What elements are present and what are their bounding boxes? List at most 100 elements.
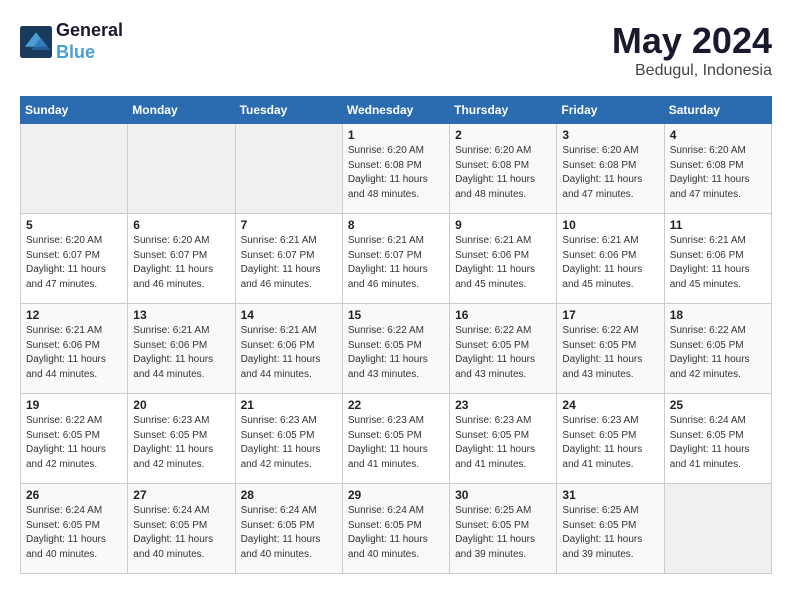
day-info: Sunrise: 6:24 AMSunset: 6:05 PMDaylight:…	[26, 504, 122, 562]
day-info: Sunrise: 6:22 AMSunset: 6:05 PMDaylight:…	[26, 414, 122, 472]
day-number: 7	[241, 218, 337, 232]
day-number: 30	[455, 488, 551, 502]
day-info: Sunrise: 6:21 AMSunset: 6:06 PMDaylight:…	[562, 234, 658, 292]
col-header-thursday: Thursday	[450, 97, 557, 124]
calendar-cell: 17 Sunrise: 6:22 AMSunset: 6:05 PMDayligh…	[557, 304, 664, 394]
day-info: Sunrise: 6:23 AMSunset: 6:05 PMDaylight:…	[133, 414, 229, 472]
calendar-cell: 19 Sunrise: 6:22 AMSunset: 6:05 PMDayligh…	[21, 394, 128, 484]
day-number: 5	[26, 218, 122, 232]
col-header-tuesday: Tuesday	[235, 97, 342, 124]
day-info: Sunrise: 6:24 AMSunset: 6:05 PMDaylight:…	[241, 504, 337, 562]
day-info: Sunrise: 6:23 AMSunset: 6:05 PMDaylight:…	[455, 414, 551, 472]
day-info: Sunrise: 6:21 AMSunset: 6:06 PMDaylight:…	[670, 234, 766, 292]
calendar-cell: 4 Sunrise: 6:20 AMSunset: 6:08 PMDaylight…	[664, 124, 771, 214]
col-header-monday: Monday	[128, 97, 235, 124]
day-info: Sunrise: 6:24 AMSunset: 6:05 PMDaylight:…	[670, 414, 766, 472]
day-number: 3	[562, 128, 658, 142]
day-info: Sunrise: 6:20 AMSunset: 6:08 PMDaylight:…	[455, 144, 551, 202]
day-info: Sunrise: 6:22 AMSunset: 6:05 PMDaylight:…	[348, 324, 444, 382]
day-info: Sunrise: 6:21 AMSunset: 6:06 PMDaylight:…	[133, 324, 229, 382]
day-number: 4	[670, 128, 766, 142]
day-info: Sunrise: 6:20 AMSunset: 6:07 PMDaylight:…	[26, 234, 122, 292]
day-info: Sunrise: 6:20 AMSunset: 6:07 PMDaylight:…	[133, 234, 229, 292]
day-number: 31	[562, 488, 658, 502]
day-number: 23	[455, 398, 551, 412]
page-header: General Blue May 2024 Bedugul, Indonesia	[20, 20, 772, 80]
calendar-cell: 1Sunrise: 6:20 AMSunset: 6:08 PMDaylight…	[342, 124, 449, 214]
day-info: Sunrise: 6:21 AMSunset: 6:07 PMDaylight:…	[348, 234, 444, 292]
calendar-cell: 21Sunrise: 6:23 AMSunset: 6:05 PMDayligh…	[235, 394, 342, 484]
day-info: Sunrise: 6:22 AMSunset: 6:05 PMDaylight:…	[670, 324, 766, 382]
calendar-cell: 7 Sunrise: 6:21 AMSunset: 6:07 PMDaylight…	[235, 214, 342, 304]
day-number: 8	[348, 218, 444, 232]
day-number: 14	[241, 308, 337, 322]
month-title: May 2024	[612, 20, 772, 62]
calendar-cell	[21, 124, 128, 214]
day-info: Sunrise: 6:21 AMSunset: 6:06 PMDaylight:…	[455, 234, 551, 292]
calendar-cell	[664, 484, 771, 574]
calendar-cell	[128, 124, 235, 214]
calendar-cell: 5 Sunrise: 6:20 AMSunset: 6:07 PMDaylight…	[21, 214, 128, 304]
day-number: 19	[26, 398, 122, 412]
calendar-cell: 9 Sunrise: 6:21 AMSunset: 6:06 PMDaylight…	[450, 214, 557, 304]
title-block: May 2024 Bedugul, Indonesia	[612, 20, 772, 80]
calendar-cell: 12Sunrise: 6:21 AMSunset: 6:06 PMDayligh…	[21, 304, 128, 394]
calendar-cell: 11 Sunrise: 6:21 AMSunset: 6:06 PMDayligh…	[664, 214, 771, 304]
day-number: 6	[133, 218, 229, 232]
day-number: 10	[562, 218, 658, 232]
week-row-1: 5 Sunrise: 6:20 AMSunset: 6:07 PMDaylight…	[21, 214, 772, 304]
day-number: 2	[455, 128, 551, 142]
calendar-cell: 25 Sunrise: 6:24 AMSunset: 6:05 PMDayligh…	[664, 394, 771, 484]
day-info: Sunrise: 6:21 AMSunset: 6:07 PMDaylight:…	[241, 234, 337, 292]
day-number: 21	[241, 398, 337, 412]
calendar-cell: 16Sunrise: 6:22 AMSunset: 6:05 PMDayligh…	[450, 304, 557, 394]
day-info: Sunrise: 6:20 AMSunset: 6:08 PMDaylight:…	[670, 144, 766, 202]
day-number: 16	[455, 308, 551, 322]
logo: General Blue	[20, 20, 123, 63]
logo-text: General Blue	[56, 20, 123, 63]
week-row-2: 12Sunrise: 6:21 AMSunset: 6:06 PMDayligh…	[21, 304, 772, 394]
calendar-cell: 26Sunrise: 6:24 AMSunset: 6:05 PMDayligh…	[21, 484, 128, 574]
day-info: Sunrise: 6:22 AMSunset: 6:05 PMDaylight:…	[562, 324, 658, 382]
day-number: 24	[562, 398, 658, 412]
day-info: Sunrise: 6:25 AMSunset: 6:05 PMDaylight:…	[562, 504, 658, 562]
day-info: Sunrise: 6:24 AMSunset: 6:05 PMDaylight:…	[133, 504, 229, 562]
location: Bedugul, Indonesia	[612, 62, 772, 80]
week-row-3: 19 Sunrise: 6:22 AMSunset: 6:05 PMDayligh…	[21, 394, 772, 484]
day-info: Sunrise: 6:21 AMSunset: 6:06 PMDaylight:…	[241, 324, 337, 382]
day-number: 18	[670, 308, 766, 322]
day-number: 25	[670, 398, 766, 412]
day-info: Sunrise: 6:25 AMSunset: 6:05 PMDaylight:…	[455, 504, 551, 562]
col-header-saturday: Saturday	[664, 97, 771, 124]
day-info: Sunrise: 6:23 AMSunset: 6:05 PMDaylight:…	[348, 414, 444, 472]
day-number: 9	[455, 218, 551, 232]
col-header-friday: Friday	[557, 97, 664, 124]
calendar-cell: 29Sunrise: 6:24 AMSunset: 6:05 PMDayligh…	[342, 484, 449, 574]
day-info: Sunrise: 6:24 AMSunset: 6:05 PMDaylight:…	[348, 504, 444, 562]
day-info: Sunrise: 6:21 AMSunset: 6:06 PMDaylight:…	[26, 324, 122, 382]
day-number: 13	[133, 308, 229, 322]
logo-icon	[20, 26, 52, 58]
calendar-cell: 20 Sunrise: 6:23 AMSunset: 6:05 PMDayligh…	[128, 394, 235, 484]
day-number: 22	[348, 398, 444, 412]
calendar-cell: 24 Sunrise: 6:23 AMSunset: 6:05 PMDayligh…	[557, 394, 664, 484]
week-row-0: 1Sunrise: 6:20 AMSunset: 6:08 PMDaylight…	[21, 124, 772, 214]
calendar-cell: 28Sunrise: 6:24 AMSunset: 6:05 PMDayligh…	[235, 484, 342, 574]
col-header-sunday: Sunday	[21, 97, 128, 124]
calendar-cell: 15 Sunrise: 6:22 AMSunset: 6:05 PMDayligh…	[342, 304, 449, 394]
calendar-cell: 2 Sunrise: 6:20 AMSunset: 6:08 PMDaylight…	[450, 124, 557, 214]
calendar-cell: 10 Sunrise: 6:21 AMSunset: 6:06 PMDayligh…	[557, 214, 664, 304]
calendar-cell: 27Sunrise: 6:24 AMSunset: 6:05 PMDayligh…	[128, 484, 235, 574]
calendar-cell: 6 Sunrise: 6:20 AMSunset: 6:07 PMDaylight…	[128, 214, 235, 304]
calendar-table: SundayMondayTuesdayWednesdayThursdayFrid…	[20, 96, 772, 574]
calendar-cell: 13 Sunrise: 6:21 AMSunset: 6:06 PMDayligh…	[128, 304, 235, 394]
calendar-cell: 22 Sunrise: 6:23 AMSunset: 6:05 PMDayligh…	[342, 394, 449, 484]
calendar-cell: 18 Sunrise: 6:22 AMSunset: 6:05 PMDayligh…	[664, 304, 771, 394]
day-info: Sunrise: 6:20 AMSunset: 6:08 PMDaylight:…	[348, 144, 444, 202]
day-number: 15	[348, 308, 444, 322]
day-number: 20	[133, 398, 229, 412]
day-info: Sunrise: 6:20 AMSunset: 6:08 PMDaylight:…	[562, 144, 658, 202]
day-info: Sunrise: 6:23 AMSunset: 6:05 PMDaylight:…	[562, 414, 658, 472]
day-number: 17	[562, 308, 658, 322]
day-number: 11	[670, 218, 766, 232]
